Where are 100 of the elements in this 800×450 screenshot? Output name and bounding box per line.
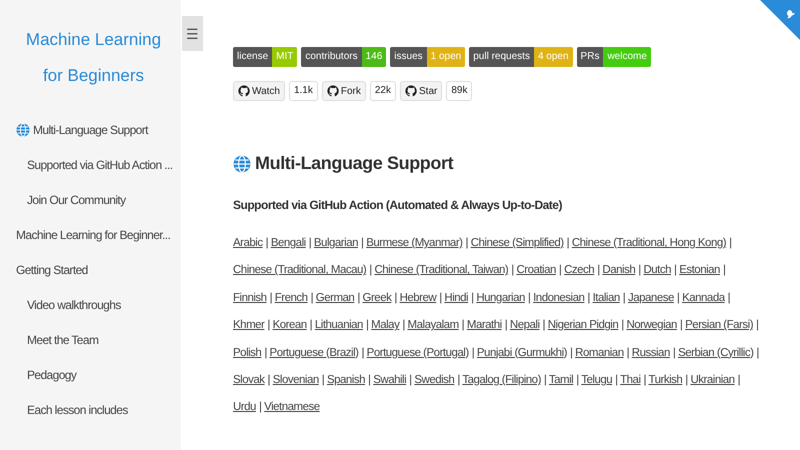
sidebar-item[interactable]: Pedagogy [16, 357, 76, 392]
separator-text: | [268, 374, 270, 386]
separator-text: | [471, 292, 474, 304]
language-link[interactable]: Nigerian Pidgin [548, 319, 618, 332]
sidebar-item[interactable]: Each lesson includes [16, 392, 128, 427]
language-link[interactable]: Khmer [233, 319, 264, 332]
separator-text: | [685, 374, 688, 386]
sidebar-item[interactable]: Video walkthroughs [16, 287, 121, 322]
sidebar-item[interactable]: Meet the Team [16, 322, 98, 357]
separator-text: | [368, 374, 371, 386]
separator-text: | [360, 237, 364, 249]
subheading: Supported via GitHub Action (Automated & Always Up-to-Date) [233, 198, 563, 212]
language-link[interactable]: Dutch [643, 264, 671, 276]
language-link[interactable]: German [316, 292, 354, 304]
language-link[interactable]: Italian [592, 292, 620, 304]
language-link[interactable]: Hungarian [476, 292, 525, 304]
language-link[interactable]: Ukrainian [690, 374, 735, 386]
language-link[interactable]: Burmese (Myanmar) [366, 237, 462, 249]
github-button[interactable]: Watch [233, 81, 285, 101]
language-link[interactable]: Chinese (Traditional, Macau) [233, 264, 366, 276]
language-link[interactable]: Urdu [233, 401, 256, 414]
language-link[interactable]: Marathi [466, 319, 502, 332]
separator-text: | [258, 401, 262, 414]
separator-text: | [394, 292, 397, 304]
count-badge[interactable]: 89k [446, 81, 472, 101]
sidebar-item[interactable]: Join Our Community [16, 182, 126, 217]
sidebar-item[interactable]: Machine Learning for Beginner... [16, 217, 170, 252]
language-link[interactable]: Japanese [628, 292, 674, 304]
github-button[interactable]: Fork [322, 81, 366, 101]
language-link[interactable]: Kannada [682, 292, 725, 304]
language-link[interactable]: Finnish [233, 292, 267, 304]
language-link[interactable]: Telugu [581, 374, 612, 386]
separator-text: | [587, 292, 590, 304]
language-link[interactable]: Korean [272, 319, 307, 332]
language-link[interactable]: Swedish [414, 374, 454, 386]
count-badge[interactable]: 1.1k [288, 81, 318, 101]
separator-text: | [322, 374, 324, 386]
language-link[interactable]: Lithuanian [314, 319, 363, 332]
language-link[interactable]: Hindi [444, 292, 468, 304]
separator-text: | [542, 319, 546, 332]
language-link[interactable]: Czech [564, 264, 594, 276]
language-link[interactable]: Polish [233, 346, 262, 359]
language-link[interactable]: Bulgarian [314, 237, 358, 249]
language-link[interactable]: Punjabi (Gurmukhi) [476, 346, 567, 359]
language-link[interactable]: Spanish [326, 374, 366, 386]
separator-text: | [738, 374, 740, 386]
language-link[interactable]: Turkish [648, 374, 682, 386]
language-link[interactable]: Greek [362, 292, 392, 304]
language-link[interactable]: Tamil [548, 374, 574, 386]
github-icon [238, 85, 250, 97]
github-icon [405, 85, 417, 97]
separator-text: | [457, 374, 460, 386]
language-link[interactable]: Tagalog (Filipino) [462, 374, 541, 386]
separator-text: | [570, 346, 572, 359]
language-link[interactable]: Russian [632, 346, 670, 359]
separator-text: | [622, 292, 626, 304]
language-link[interactable]: Serbian (Cyrillic) [678, 346, 754, 359]
separator-text: | [576, 374, 579, 386]
count-badge[interactable]: 22k [370, 81, 396, 101]
language-link[interactable]: Chinese (Traditional, Hong Kong) [572, 237, 726, 249]
sidebar-item[interactable]: Getting Started [16, 252, 88, 287]
language-link[interactable]: Nepali [510, 319, 540, 332]
separator-text: | [672, 346, 676, 359]
separator-text: | [644, 374, 646, 386]
language-link[interactable]: Estonian [679, 264, 720, 276]
corner-banner[interactable] [760, 0, 800, 40]
separator-text: | [409, 374, 412, 386]
language-link[interactable]: Croatian [516, 264, 556, 276]
separator-text: | [472, 346, 474, 359]
language-link[interactable]: Danish [602, 264, 636, 276]
separator-text: | [680, 319, 682, 332]
language-link[interactable]: Romanian [575, 346, 624, 359]
language-link[interactable]: Malayalam [408, 319, 459, 332]
language-link[interactable]: Portuguese (Brazil) [270, 346, 358, 359]
sidebar-item[interactable]: Supported via GitHub Action ... [16, 147, 172, 182]
separator-text: | [676, 292, 680, 304]
language-link[interactable]: Portuguese (Portugal) [366, 346, 469, 359]
language-link[interactable]: Slovenian [272, 374, 319, 386]
language-link[interactable]: Arabic [233, 237, 263, 249]
menu-button[interactable]: ☰ [182, 16, 203, 51]
sidebar-item[interactable]: Multi-Language Support [16, 112, 148, 147]
language-link[interactable]: Chinese (Traditional, Taiwan) [374, 264, 508, 276]
language-link[interactable]: Thai [620, 374, 641, 386]
language-link[interactable]: Chinese (Simplified) [470, 237, 564, 249]
separator-text: | [361, 346, 364, 359]
language-link[interactable]: Vietnamese [264, 401, 320, 414]
language-link[interactable]: Persian (Farsi) [685, 319, 754, 332]
language-link[interactable]: Norwegian [626, 319, 677, 332]
globe-icon [233, 154, 251, 172]
github-button[interactable]: Star [400, 81, 442, 101]
language-link[interactable]: Slovak [233, 374, 265, 386]
language-link[interactable]: Bengali [270, 237, 306, 249]
separator-text: | [357, 292, 360, 304]
globe-icon [16, 122, 30, 136]
language-link[interactable]: French [274, 292, 308, 304]
language-link[interactable]: Malay [371, 319, 400, 332]
language-link[interactable]: Indonesian [533, 292, 584, 304]
language-link[interactable]: Swahili [373, 374, 406, 386]
language-link[interactable]: Hebrew [400, 292, 436, 304]
separator-text: | [310, 319, 312, 332]
